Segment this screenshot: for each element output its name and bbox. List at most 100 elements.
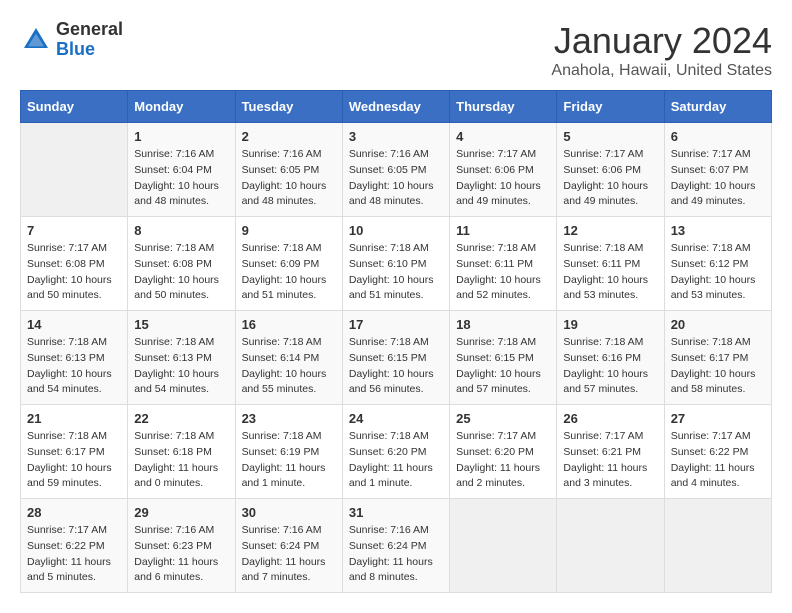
day-info: Sunrise: 7:16 AMSunset: 6:05 PMDaylight:… [349, 147, 443, 210]
day-number: 15 [134, 317, 228, 332]
logo-icon [20, 24, 52, 56]
day-info: Sunrise: 7:18 AMSunset: 6:10 PMDaylight:… [349, 241, 443, 304]
calendar-week-row: 1 Sunrise: 7:16 AMSunset: 6:04 PMDaylight… [21, 123, 772, 217]
calendar-cell: 5 Sunrise: 7:17 AMSunset: 6:06 PMDaylight… [557, 123, 664, 217]
day-info: Sunrise: 7:18 AMSunset: 6:17 PMDaylight:… [671, 335, 765, 398]
day-number: 9 [242, 223, 336, 238]
day-number: 14 [27, 317, 121, 332]
day-info: Sunrise: 7:17 AMSunset: 6:08 PMDaylight:… [27, 241, 121, 304]
calendar-cell [21, 123, 128, 217]
day-info: Sunrise: 7:18 AMSunset: 6:13 PMDaylight:… [27, 335, 121, 398]
day-info: Sunrise: 7:18 AMSunset: 6:17 PMDaylight:… [27, 429, 121, 492]
day-info: Sunrise: 7:16 AMSunset: 6:24 PMDaylight:… [242, 523, 336, 586]
day-number: 20 [671, 317, 765, 332]
day-info: Sunrise: 7:17 AMSunset: 6:06 PMDaylight:… [456, 147, 550, 210]
calendar-table: SundayMondayTuesdayWednesdayThursdayFrid… [20, 90, 772, 593]
calendar-cell: 21 Sunrise: 7:18 AMSunset: 6:17 PMDayligh… [21, 405, 128, 499]
calendar-cell: 4 Sunrise: 7:17 AMSunset: 6:06 PMDaylight… [450, 123, 557, 217]
day-number: 27 [671, 411, 765, 426]
calendar-week-row: 28Sunrise: 7:17 AMSunset: 6:22 PMDayligh… [21, 499, 772, 593]
title-section: January 2024 Anahola, Hawaii, United Sta… [551, 20, 772, 80]
calendar-cell: 16 Sunrise: 7:18 AMSunset: 6:14 PMDayligh… [235, 311, 342, 405]
calendar-cell: 9Sunrise: 7:18 AMSunset: 6:09 PMDaylight… [235, 217, 342, 311]
day-info: Sunrise: 7:18 AMSunset: 6:14 PMDaylight:… [242, 335, 336, 398]
header-day-friday: Friday [557, 91, 664, 123]
calendar-header-row: SundayMondayTuesdayWednesdayThursdayFrid… [21, 91, 772, 123]
calendar-cell: 17Sunrise: 7:18 AMSunset: 6:15 PMDayligh… [342, 311, 449, 405]
day-number: 19 [563, 317, 657, 332]
calendar-cell: 24Sunrise: 7:18 AMSunset: 6:20 PMDayligh… [342, 405, 449, 499]
day-number: 16 [242, 317, 336, 332]
day-number: 7 [27, 223, 121, 238]
header: General Blue January 2024 Anahola, Hawai… [20, 20, 772, 80]
day-number: 26 [563, 411, 657, 426]
day-info: Sunrise: 7:18 AMSunset: 6:12 PMDaylight:… [671, 241, 765, 304]
day-info: Sunrise: 7:18 AMSunset: 6:13 PMDaylight:… [134, 335, 228, 398]
day-number: 29 [134, 505, 228, 520]
calendar-cell: 7 Sunrise: 7:17 AMSunset: 6:08 PMDaylight… [21, 217, 128, 311]
day-info: Sunrise: 7:18 AMSunset: 6:11 PMDaylight:… [563, 241, 657, 304]
calendar-cell: 15 Sunrise: 7:18 AMSunset: 6:13 PMDayligh… [128, 311, 235, 405]
calendar-cell: 30Sunrise: 7:16 AMSunset: 6:24 PMDayligh… [235, 499, 342, 593]
calendar-cell: 10 Sunrise: 7:18 AMSunset: 6:10 PMDayligh… [342, 217, 449, 311]
calendar-cell [664, 499, 771, 593]
logo-general: General [56, 20, 123, 40]
calendar-cell: 1 Sunrise: 7:16 AMSunset: 6:04 PMDaylight… [128, 123, 235, 217]
calendar-cell [557, 499, 664, 593]
calendar-cell: 23Sunrise: 7:18 AMSunset: 6:19 PMDayligh… [235, 405, 342, 499]
calendar-cell [450, 499, 557, 593]
header-day-thursday: Thursday [450, 91, 557, 123]
calendar-cell: 14 Sunrise: 7:18 AMSunset: 6:13 PMDayligh… [21, 311, 128, 405]
day-number: 11 [456, 223, 550, 238]
day-number: 22 [134, 411, 228, 426]
day-info: Sunrise: 7:18 AMSunset: 6:08 PMDaylight:… [134, 241, 228, 304]
calendar-cell: 3Sunrise: 7:16 AMSunset: 6:05 PMDaylight… [342, 123, 449, 217]
calendar-week-row: 7 Sunrise: 7:17 AMSunset: 6:08 PMDaylight… [21, 217, 772, 311]
day-info: Sunrise: 7:16 AMSunset: 6:23 PMDaylight:… [134, 523, 228, 586]
day-info: Sunrise: 7:18 AMSunset: 6:18 PMDaylight:… [134, 429, 228, 492]
day-number: 4 [456, 129, 550, 144]
day-number: 28 [27, 505, 121, 520]
day-info: Sunrise: 7:17 AMSunset: 6:06 PMDaylight:… [563, 147, 657, 210]
calendar-cell: 13 Sunrise: 7:18 AMSunset: 6:12 PMDayligh… [664, 217, 771, 311]
calendar-cell: 26 Sunrise: 7:17 AMSunset: 6:21 PMDayligh… [557, 405, 664, 499]
header-day-tuesday: Tuesday [235, 91, 342, 123]
day-info: Sunrise: 7:18 AMSunset: 6:11 PMDaylight:… [456, 241, 550, 304]
day-info: Sunrise: 7:18 AMSunset: 6:16 PMDaylight:… [563, 335, 657, 398]
calendar-cell: 20 Sunrise: 7:18 AMSunset: 6:17 PMDayligh… [664, 311, 771, 405]
header-day-monday: Monday [128, 91, 235, 123]
calendar-cell: 6 Sunrise: 7:17 AMSunset: 6:07 PMDaylight… [664, 123, 771, 217]
header-day-sunday: Sunday [21, 91, 128, 123]
day-number: 6 [671, 129, 765, 144]
calendar-cell: 19 Sunrise: 7:18 AMSunset: 6:16 PMDayligh… [557, 311, 664, 405]
location-title: Anahola, Hawaii, United States [551, 62, 772, 80]
day-info: Sunrise: 7:17 AMSunset: 6:21 PMDaylight:… [563, 429, 657, 492]
calendar-cell: 28Sunrise: 7:17 AMSunset: 6:22 PMDayligh… [21, 499, 128, 593]
day-number: 8 [134, 223, 228, 238]
day-number: 1 [134, 129, 228, 144]
header-day-wednesday: Wednesday [342, 91, 449, 123]
day-info: Sunrise: 7:17 AMSunset: 6:22 PMDaylight:… [671, 429, 765, 492]
logo-blue: Blue [56, 40, 123, 60]
calendar-cell: 27 Sunrise: 7:17 AMSunset: 6:22 PMDayligh… [664, 405, 771, 499]
day-info: Sunrise: 7:18 AMSunset: 6:19 PMDaylight:… [242, 429, 336, 492]
calendar-cell: 18Sunrise: 7:18 AMSunset: 6:15 PMDayligh… [450, 311, 557, 405]
day-info: Sunrise: 7:16 AMSunset: 6:04 PMDaylight:… [134, 147, 228, 210]
logo: General Blue [20, 20, 123, 60]
day-info: Sunrise: 7:18 AMSunset: 6:15 PMDaylight:… [456, 335, 550, 398]
month-title: January 2024 [551, 20, 772, 62]
calendar-week-row: 21 Sunrise: 7:18 AMSunset: 6:17 PMDayligh… [21, 405, 772, 499]
day-number: 2 [242, 129, 336, 144]
calendar-cell: 8 Sunrise: 7:18 AMSunset: 6:08 PMDaylight… [128, 217, 235, 311]
day-number: 25 [456, 411, 550, 426]
day-number: 12 [563, 223, 657, 238]
calendar-cell: 31Sunrise: 7:16 AMSunset: 6:24 PMDayligh… [342, 499, 449, 593]
day-number: 21 [27, 411, 121, 426]
calendar-cell: 22 Sunrise: 7:18 AMSunset: 6:18 PMDayligh… [128, 405, 235, 499]
day-info: Sunrise: 7:17 AMSunset: 6:07 PMDaylight:… [671, 147, 765, 210]
day-number: 13 [671, 223, 765, 238]
calendar-cell: 2Sunrise: 7:16 AMSunset: 6:05 PMDaylight… [235, 123, 342, 217]
day-number: 17 [349, 317, 443, 332]
day-number: 5 [563, 129, 657, 144]
day-number: 10 [349, 223, 443, 238]
